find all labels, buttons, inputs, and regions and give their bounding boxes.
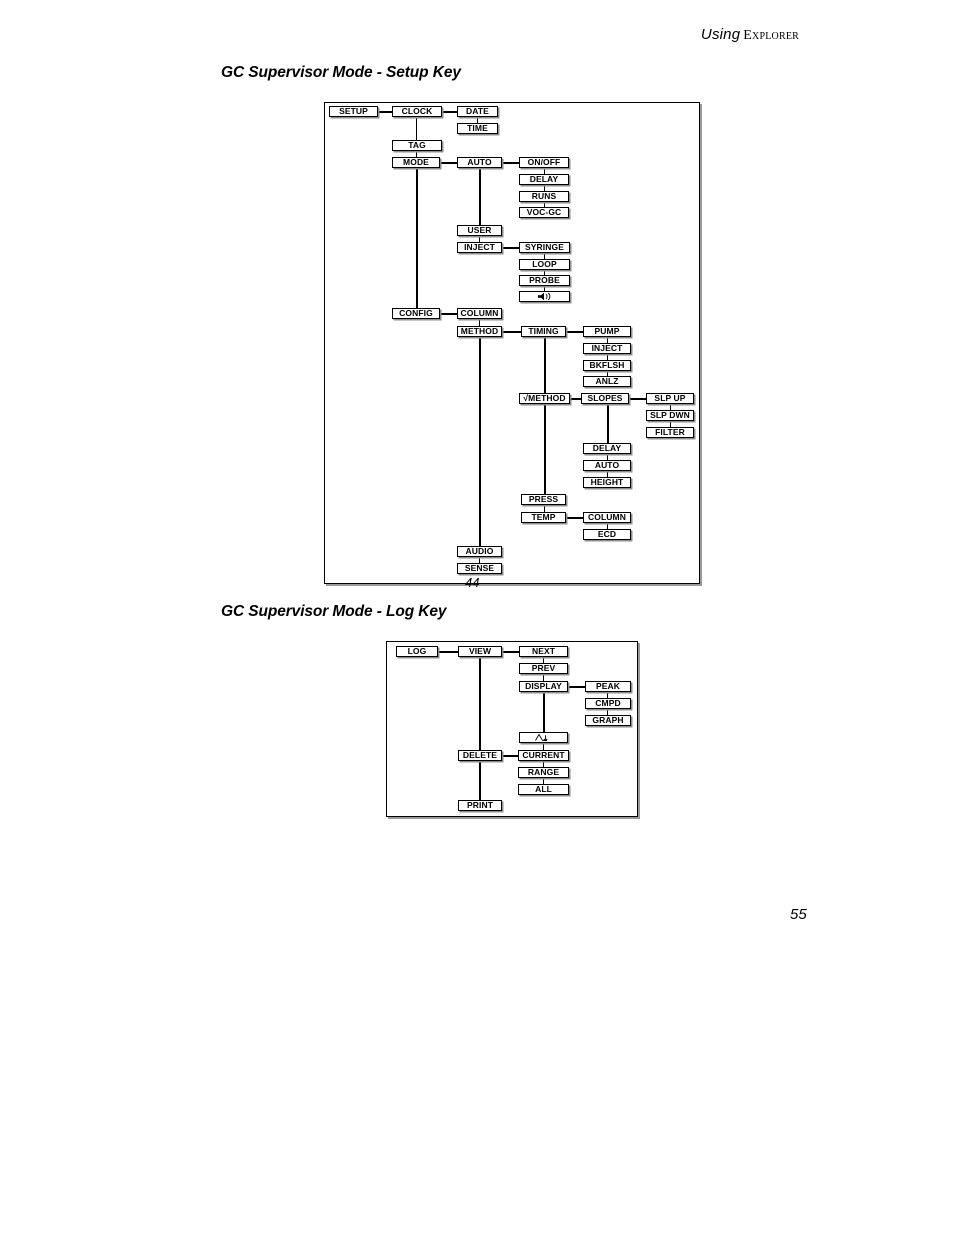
node-height[interactable]: HEIGHT bbox=[583, 477, 631, 488]
connector-display-chromatogram-spine bbox=[543, 691, 545, 732]
page-number: 55 bbox=[790, 906, 807, 923]
connector-method-audio-spine bbox=[479, 336, 481, 546]
node-display[interactable]: DISPLAY bbox=[519, 681, 568, 692]
section-heading-setup-key: GC Supervisor Mode - Setup Key bbox=[221, 64, 461, 81]
node-setup[interactable]: SETUP bbox=[329, 106, 378, 117]
connector-setup-clock bbox=[378, 111, 393, 113]
node-date[interactable]: DATE bbox=[457, 106, 498, 117]
figure-caption-setup: 44 bbox=[465, 575, 480, 590]
node-config[interactable]: CONFIG bbox=[392, 308, 440, 319]
node-tag[interactable]: TAG bbox=[392, 140, 442, 151]
diagram-frame-setup-key bbox=[324, 102, 700, 584]
connector-inject-syringe bbox=[502, 247, 519, 249]
node-graph[interactable]: GRAPH bbox=[585, 715, 631, 726]
connector-slopes-delay2-spine bbox=[607, 403, 609, 445]
connector-log-view bbox=[438, 651, 458, 653]
node-delete[interactable]: DELETE bbox=[458, 750, 502, 761]
node-check-method[interactable]: √METHOD bbox=[519, 393, 570, 404]
node-column-temp[interactable]: COLUMN bbox=[583, 512, 631, 523]
node-cmpd[interactable]: CMPD bbox=[585, 698, 631, 709]
node-auto[interactable]: AUTO bbox=[457, 157, 502, 168]
node-next[interactable]: NEXT bbox=[519, 646, 568, 657]
node-slopes[interactable]: SLOPES bbox=[581, 393, 629, 404]
node-voc-gc[interactable]: VOC-GC bbox=[519, 207, 569, 218]
node-timing[interactable]: TIMING bbox=[521, 326, 566, 337]
node-sense[interactable]: SENSE bbox=[457, 563, 502, 574]
node-pump[interactable]: PUMP bbox=[583, 326, 631, 337]
connector-mode-auto bbox=[440, 162, 458, 164]
node-delay-slopes[interactable]: DELAY bbox=[583, 443, 631, 454]
node-user[interactable]: USER bbox=[457, 225, 502, 236]
node-press[interactable]: PRESS bbox=[521, 494, 566, 505]
node-time[interactable]: TIME bbox=[457, 123, 498, 134]
node-print[interactable]: PRINT bbox=[458, 800, 502, 811]
node-inject[interactable]: INJECT bbox=[457, 242, 502, 253]
node-clock[interactable]: CLOCK bbox=[392, 106, 442, 117]
connector-view-next bbox=[502, 651, 519, 653]
diagram-frame-log-key bbox=[386, 641, 638, 817]
node-loop[interactable]: LOOP bbox=[519, 259, 570, 270]
node-peak[interactable]: PEAK bbox=[585, 681, 631, 692]
connector-config-column bbox=[440, 313, 458, 315]
node-chromatogram[interactable] bbox=[519, 732, 568, 743]
node-column-config[interactable]: COLUMN bbox=[457, 308, 502, 319]
connector-timing-press-spine bbox=[544, 336, 546, 499]
node-slp-up[interactable]: SLP UP bbox=[646, 393, 694, 404]
speaker-icon bbox=[537, 292, 553, 301]
connector-checkmethod-slopes bbox=[570, 398, 581, 400]
node-ecd[interactable]: ECD bbox=[583, 529, 631, 540]
node-temp[interactable]: TEMP bbox=[521, 512, 566, 523]
connector-clock-date bbox=[442, 111, 458, 113]
node-view[interactable]: VIEW bbox=[458, 646, 502, 657]
node-syringe[interactable]: SYRINGE bbox=[519, 242, 570, 253]
node-mode[interactable]: MODE bbox=[392, 157, 440, 168]
node-delay-auto[interactable]: DELAY bbox=[519, 174, 569, 185]
running-header-product: Explorer bbox=[743, 28, 799, 43]
running-header-using: Using bbox=[700, 26, 741, 43]
connector-display-peak bbox=[568, 686, 585, 688]
node-slp-dwn[interactable]: SLP DWN bbox=[646, 410, 694, 421]
section-heading-log-key: GC Supervisor Mode - Log Key bbox=[221, 603, 447, 620]
running-header: Using Explorer bbox=[701, 26, 799, 44]
connector-auto-user-spine bbox=[479, 167, 481, 231]
node-anlz[interactable]: ANLZ bbox=[583, 376, 631, 387]
node-on-off[interactable]: ON/OFF bbox=[519, 157, 569, 168]
connector-delete-current bbox=[502, 755, 518, 757]
node-audio[interactable]: AUDIO bbox=[457, 546, 502, 557]
connector-method-timing bbox=[502, 331, 521, 333]
node-runs[interactable]: RUNS bbox=[519, 191, 569, 202]
connector-timing-pump bbox=[566, 331, 583, 333]
node-probe[interactable]: PROBE bbox=[519, 275, 570, 286]
connector-delete-print-spine bbox=[479, 760, 481, 800]
node-prev[interactable]: PREV bbox=[519, 663, 568, 674]
node-speaker-volume[interactable] bbox=[519, 291, 570, 302]
connector-view-delete-spine bbox=[479, 656, 481, 750]
node-log[interactable]: LOG bbox=[396, 646, 438, 657]
chromatogram-icon bbox=[534, 733, 554, 742]
node-method[interactable]: METHOD bbox=[457, 326, 502, 337]
connector-slopes-slpup bbox=[629, 398, 646, 400]
node-current[interactable]: CURRENT bbox=[518, 750, 569, 761]
node-all[interactable]: ALL bbox=[518, 784, 569, 795]
node-bkflsh[interactable]: BKFLSH bbox=[583, 360, 631, 371]
node-filter[interactable]: FILTER bbox=[646, 427, 694, 438]
connector-auto-onoff bbox=[502, 162, 519, 164]
node-range[interactable]: RANGE bbox=[518, 767, 569, 778]
connector-mode-config-spine bbox=[416, 167, 418, 313]
connector-temp-column2 bbox=[566, 517, 583, 519]
node-inject-timing[interactable]: INJECT bbox=[583, 343, 631, 354]
node-auto-slopes[interactable]: AUTO bbox=[583, 460, 631, 471]
